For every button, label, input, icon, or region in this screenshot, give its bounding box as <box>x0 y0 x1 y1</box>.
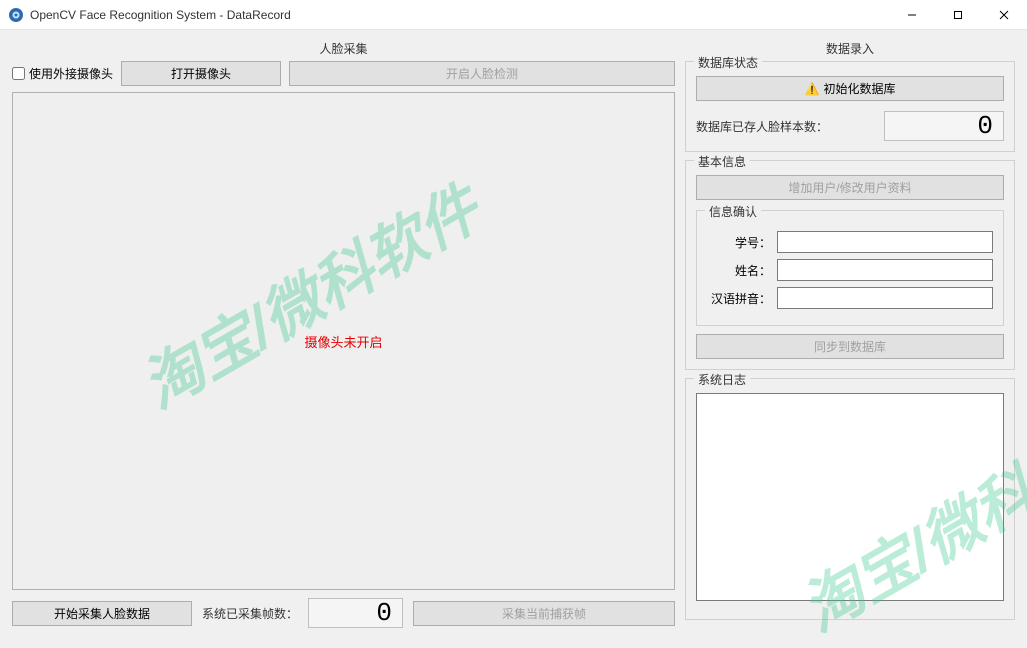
db-status-group: 数据库状态 ⚠️ 初始化数据库 数据库已存人脸样本数： 0 <box>685 61 1015 152</box>
init-db-button[interactable]: ⚠️ 初始化数据库 <box>696 76 1004 101</box>
name-input[interactable] <box>777 259 993 281</box>
start-detect-button[interactable]: 开启人脸检测 <box>289 61 675 86</box>
warning-icon: ⚠️ <box>805 82 820 96</box>
section-title-collect: 人脸采集 <box>12 40 675 57</box>
confirm-info-group: 信息确认 学号： 姓名： 汉语拼音： <box>696 210 1004 326</box>
student-id-label: 学号： <box>707 234 777 251</box>
use-external-camera-input[interactable] <box>12 67 25 80</box>
system-log-legend: 系统日志 <box>694 371 750 388</box>
app-icon <box>8 7 24 23</box>
pinyin-input[interactable] <box>777 287 993 309</box>
maximize-button[interactable] <box>935 0 981 29</box>
stored-samples-value: 0 <box>884 111 1004 141</box>
basic-info-legend: 基本信息 <box>694 153 750 170</box>
basic-info-group: 基本信息 增加用户/修改用户资料 信息确认 学号： 姓名： <box>685 160 1015 370</box>
face-collect-pane: 人脸采集 使用外接摄像头 打开摄像头 开启人脸检测 摄像头未开启 开始采集人脸数… <box>12 40 675 628</box>
db-status-legend: 数据库状态 <box>694 54 762 71</box>
add-user-button[interactable]: 增加用户/修改用户资料 <box>696 175 1004 200</box>
confirm-info-legend: 信息确认 <box>705 203 761 220</box>
window-title: OpenCV Face Recognition System - DataRec… <box>30 8 889 22</box>
sync-db-button[interactable]: 同步到数据库 <box>696 334 1004 359</box>
open-camera-button[interactable]: 打开摄像头 <box>121 61 281 86</box>
use-external-camera-label: 使用外接摄像头 <box>29 65 113 82</box>
titlebar: OpenCV Face Recognition System - DataRec… <box>0 0 1027 30</box>
system-log-group: 系统日志 <box>685 378 1015 620</box>
minimize-button[interactable] <box>889 0 935 29</box>
student-id-input[interactable] <box>777 231 993 253</box>
stored-samples-label: 数据库已存人脸样本数： <box>696 118 876 135</box>
close-button[interactable] <box>981 0 1027 29</box>
camera-view: 摄像头未开启 <box>12 92 675 590</box>
frames-collected-value: 0 <box>308 598 403 628</box>
frames-collected-label: 系统已采集帧数： <box>202 605 298 622</box>
use-external-camera-checkbox[interactable]: 使用外接摄像头 <box>12 65 113 82</box>
data-entry-pane: 数据录入 数据库状态 ⚠️ 初始化数据库 数据库已存人脸样本数： 0 基本信息 … <box>685 40 1015 628</box>
init-db-label: 初始化数据库 <box>823 80 895 97</box>
camera-status-text: 摄像头未开启 <box>304 332 382 351</box>
pinyin-label: 汉语拼音： <box>707 290 777 307</box>
start-collect-button[interactable]: 开始采集人脸数据 <box>12 601 192 626</box>
name-label: 姓名： <box>707 262 777 279</box>
system-log-textarea[interactable] <box>696 393 1004 601</box>
window-buttons <box>889 0 1027 29</box>
capture-current-frame-button[interactable]: 采集当前捕获帧 <box>413 601 675 626</box>
